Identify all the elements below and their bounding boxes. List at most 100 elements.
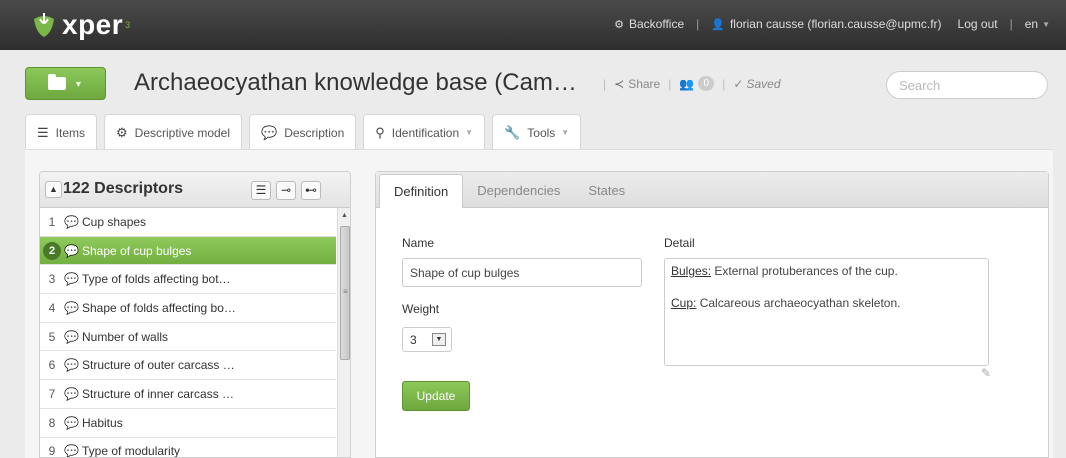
update-button[interactable]: Update xyxy=(402,381,470,411)
list-view-button[interactable]: ☰ xyxy=(251,181,271,200)
speech-bubble-icon: 💬 xyxy=(64,214,79,229)
chevron-down-icon: ▼ xyxy=(465,128,474,137)
speech-bubble-icon: 💬 xyxy=(261,124,278,140)
tab-states[interactable]: States xyxy=(574,174,639,207)
weight-label: Weight xyxy=(402,302,440,316)
search-input[interactable] xyxy=(886,71,1048,99)
descriptor-label: Shape of folds affecting bo… xyxy=(82,300,236,315)
descriptor-number: 2 xyxy=(40,241,64,260)
logo-version: 3 xyxy=(125,20,131,30)
language-label: en xyxy=(1024,17,1039,31)
list-item[interactable]: 3 💬 Type of folds affecting bot… xyxy=(40,265,336,295)
tab-tools[interactable]: 🔧 Tools ▼ xyxy=(492,114,582,150)
descriptor-number-text: 6 xyxy=(48,358,56,373)
descriptor-number-text: 7 xyxy=(48,386,56,401)
list-item[interactable]: 8 💬 Habitus xyxy=(40,409,336,438)
descriptor-number: 6 xyxy=(40,358,64,372)
detail-text: External protuberances of the cup. xyxy=(711,264,898,278)
speech-bubble-icon: 💬 xyxy=(64,415,79,430)
chevron-down-icon: ▼ xyxy=(74,78,83,89)
backoffice-link[interactable]: ⚙ Backoffice xyxy=(614,17,684,31)
xper-logo[interactable]: xper 3 xyxy=(30,8,130,42)
users-button[interactable]: 👥 0 xyxy=(679,76,715,91)
descriptors-list: 1 💬 Cup shapes 2 💬 Shape of cup bulges 3 💬 Type … xyxy=(40,208,336,458)
scrollbar[interactable]: ▲ ≡ xyxy=(337,208,350,457)
descriptors-panel: ▲ 122 Descriptors ☰ ⊸ ⊷ 1 💬 Cup shapes 2 💬 Sh… xyxy=(39,171,351,458)
tree-collapse-button[interactable]: ⊷ xyxy=(301,181,321,200)
backoffice-label: Backoffice xyxy=(628,17,685,31)
list-item[interactable]: 2 💬 Shape of cup bulges xyxy=(40,236,336,266)
main-tabs: ☰ Items ⚙ Descriptive model 💬 Descriptio… xyxy=(25,114,588,150)
list-item[interactable]: 4 💬 Shape of folds affecting bo… xyxy=(40,294,336,323)
tab-identification[interactable]: ⚲ Identification ▼ xyxy=(363,114,486,150)
title-tools: | ≺ Share | 👥 0 | ✓ Saved xyxy=(603,76,781,91)
descriptor-label: Cup shapes xyxy=(82,214,147,229)
list-item[interactable]: 1 💬 Cup shapes xyxy=(40,208,336,237)
descriptor-label: Number of walls xyxy=(82,329,169,344)
share-icon: ≺ xyxy=(614,76,625,91)
share-button[interactable]: ≺ Share xyxy=(614,77,660,91)
tab-description[interactable]: 💬 Description xyxy=(249,114,357,150)
scroll-thumb[interactable]: ≡ xyxy=(340,226,350,360)
speech-bubble-icon: 💬 xyxy=(64,243,79,258)
detail-line: Bulges: External protuberances of the cu… xyxy=(671,263,982,279)
top-navbar: xper 3 ⚙ Backoffice | 👤 florian causse (… xyxy=(0,0,1066,50)
collapse-button[interactable]: ▲ xyxy=(45,181,62,198)
descriptor-label: Type of folds affecting bot… xyxy=(82,272,231,287)
list-item[interactable]: 6 💬 Structure of outer carcass … xyxy=(40,351,336,381)
definition-tabs: Definition Dependencies States xyxy=(376,172,1048,208)
chevron-down-icon: ▼ xyxy=(432,333,446,346)
speech-bubble-icon: 💬 xyxy=(64,444,79,458)
users-count-badge: 0 xyxy=(698,76,715,91)
detail-label: Detail xyxy=(664,236,695,250)
speech-bubble-icon: 💬 xyxy=(64,272,79,287)
divider: | xyxy=(1009,17,1013,31)
descriptor-number: 8 xyxy=(40,416,64,430)
weight-select[interactable]: 3 ▼ xyxy=(402,327,452,352)
search-icon: ⚲ xyxy=(375,124,385,140)
descriptor-number-text: 3 xyxy=(48,272,56,287)
descriptor-number-text: 8 xyxy=(48,415,56,430)
tab-label: Descriptive model xyxy=(134,125,231,140)
user-link[interactable]: 👤 florian causse (florian.causse@upmc.fr… xyxy=(711,17,941,31)
tab-label: Tools xyxy=(527,125,556,140)
descriptor-label: Structure of outer carcass … xyxy=(82,358,235,373)
definition-panel: Definition Dependencies States Name Weig… xyxy=(375,171,1049,458)
tab-items[interactable]: ☰ Items xyxy=(25,114,97,150)
tab-label: Items xyxy=(55,125,85,140)
detail-line: Cup: Calcareous archaeocyathan skeleton. xyxy=(671,295,982,311)
speech-bubble-icon: 💬 xyxy=(64,329,79,344)
detail-term[interactable]: Bulges: xyxy=(671,264,711,278)
check-icon: ✓ xyxy=(733,76,744,91)
tree-expand-button[interactable]: ⊸ xyxy=(276,181,296,200)
folder-icon xyxy=(48,74,67,90)
page-title: Archaeocyathan knowledge base (Cam… xyxy=(134,69,577,96)
speech-bubble-icon: 💬 xyxy=(64,386,79,401)
speech-bubble-icon: 💬 xyxy=(64,300,79,315)
name-field[interactable] xyxy=(402,258,642,287)
wrench-icon: 🔧 xyxy=(504,124,521,140)
descriptor-number-text: 9 xyxy=(48,444,56,458)
chevron-down-icon: ▼ xyxy=(1042,19,1050,29)
scroll-up-icon[interactable]: ▲ xyxy=(341,212,348,219)
open-folder-button[interactable]: ▼ xyxy=(25,67,106,100)
descriptor-number: 9 xyxy=(40,444,64,458)
list-item[interactable]: 9 💬 Type of modularity xyxy=(40,438,336,458)
logo-icon xyxy=(34,13,54,37)
edit-icon[interactable]: ✎ xyxy=(981,366,991,380)
descriptor-number: 1 xyxy=(40,215,64,229)
tab-definition[interactable]: Definition xyxy=(379,174,464,208)
tab-descriptive-model[interactable]: ⚙ Descriptive model xyxy=(104,114,243,150)
descriptors-header: ▲ 122 Descriptors ☰ ⊸ ⊷ xyxy=(40,172,350,208)
logout-link[interactable]: Log out xyxy=(958,17,998,31)
saved-label: Saved xyxy=(746,76,781,91)
nav-right: ⚙ Backoffice | 👤 florian causse (florian… xyxy=(614,17,1050,31)
detail-term[interactable]: Cup: xyxy=(671,296,696,310)
detail-textarea[interactable]: Bulges: External protuberances of the cu… xyxy=(664,258,989,366)
tab-dependencies[interactable]: Dependencies xyxy=(463,174,574,207)
language-dropdown[interactable]: en ▼ xyxy=(1025,17,1050,31)
list-item[interactable]: 5 💬 Number of walls xyxy=(40,323,336,352)
descriptor-label: Structure of inner carcass … xyxy=(82,386,235,401)
list-item[interactable]: 7 💬 Structure of inner carcass … xyxy=(40,380,336,409)
descriptor-number-text: 4 xyxy=(48,300,56,315)
